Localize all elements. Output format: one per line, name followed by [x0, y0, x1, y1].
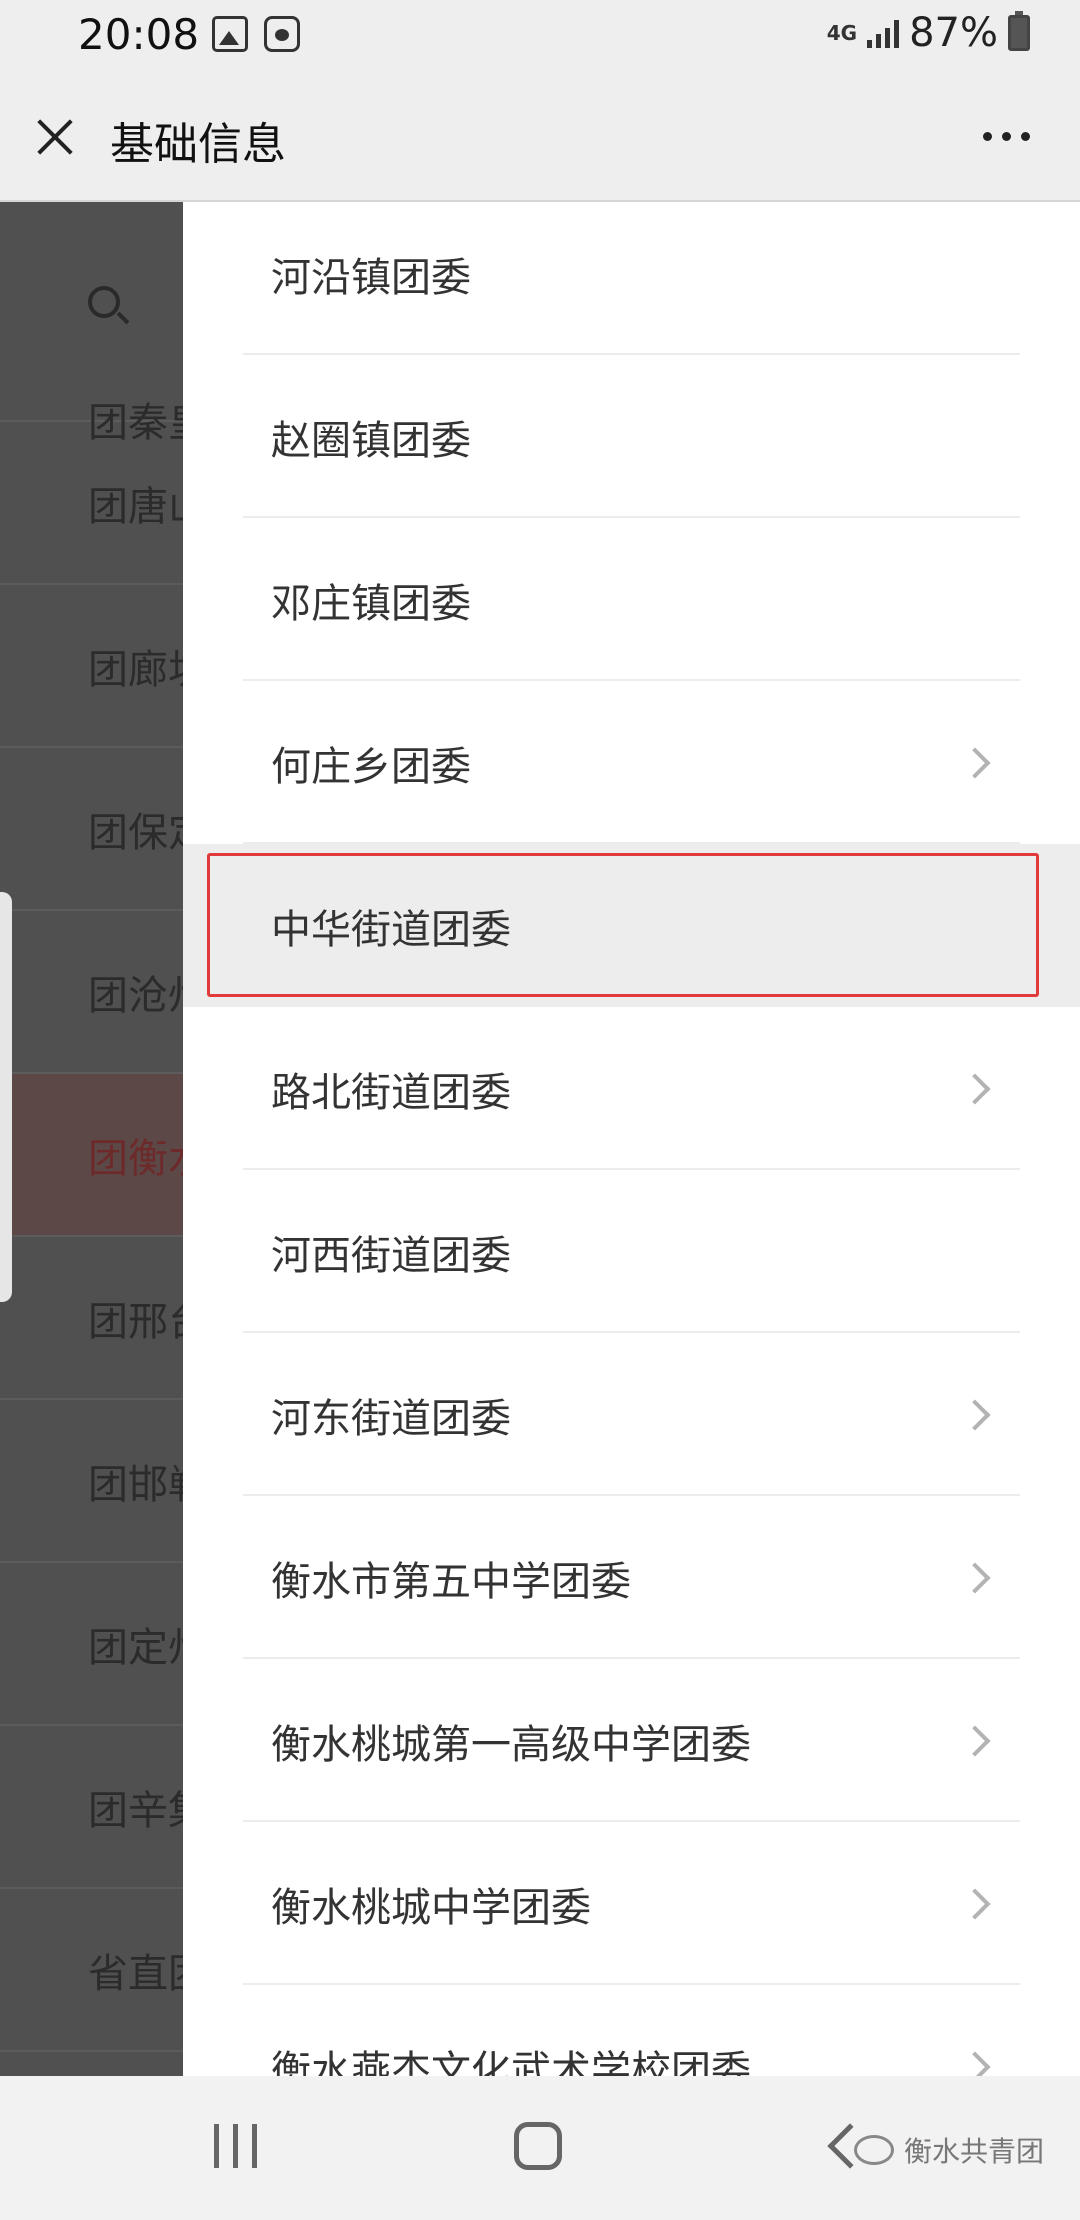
more-icon[interactable]	[983, 132, 1030, 141]
list-item[interactable]: 团沧州	[0, 911, 208, 1074]
close-icon[interactable]	[34, 116, 76, 158]
list-item[interactable]: 赵圈镇团委	[183, 355, 1080, 518]
chevron-right-icon[interactable]	[959, 1887, 991, 1920]
list-item[interactable]: 路北街道团委	[183, 1007, 1080, 1170]
list-item[interactable]: 河西街道团委	[183, 1170, 1080, 1333]
page-title: 基础信息	[110, 119, 286, 170]
gallery-icon	[212, 16, 248, 52]
drawer-handle[interactable]	[0, 892, 12, 1302]
list-item-active[interactable]: 团衡水	[0, 1074, 208, 1237]
status-notification-icons	[212, 16, 300, 52]
title-bar: 基础信息	[0, 72, 1080, 202]
list-item[interactable]: 邓庄镇团委	[183, 518, 1080, 681]
list-item[interactable]: 团邢台	[0, 1237, 208, 1400]
list-item[interactable]: 衡水市第五中学团委	[183, 1496, 1080, 1659]
list-item[interactable]: 河沿镇团委	[183, 202, 1080, 355]
watermark: 衡水共青团	[853, 2130, 1044, 2170]
status-bar: 20:08 4G 87%	[0, 0, 1080, 72]
list-item[interactable]: 何庄乡团委	[183, 681, 1080, 844]
list-item[interactable]: 团唐山	[0, 422, 208, 585]
chevron-right-icon[interactable]	[959, 1072, 991, 1105]
list-item[interactable]: 团辛集	[0, 1726, 208, 1889]
list-item-selected[interactable]: 中华街道团委	[183, 844, 1080, 1007]
recents-icon[interactable]	[214, 2124, 257, 2168]
list-item[interactable]: 衡水燕杰文化武术学校团委	[183, 1985, 1080, 2076]
list-item[interactable]: 河东街道团委	[183, 1333, 1080, 1496]
search-icon	[88, 286, 120, 318]
network-type: 4G	[826, 21, 858, 45]
status-time: 20:08	[78, 10, 200, 59]
signal-icon	[867, 18, 900, 48]
list-item[interactable]: 衡水桃城中学团委	[183, 1822, 1080, 1985]
battery-percentage: 87%	[909, 10, 998, 56]
baidu-paw-icon	[264, 16, 300, 52]
wechat-logo-icon	[853, 2135, 894, 2165]
chevron-right-icon[interactable]	[959, 2050, 991, 2076]
list-item[interactable]: 团秦皇	[0, 370, 208, 446]
list-item[interactable]: 团邯郸	[0, 1400, 208, 1563]
chevron-right-icon[interactable]	[959, 1724, 991, 1757]
sub-organization-drawer: 河沿镇团委 赵圈镇团委 邓庄镇团委 何庄乡团委 中华街道团委 路北街道团委 河西…	[183, 202, 1080, 2076]
home-icon[interactable]	[514, 2122, 562, 2170]
list-item[interactable]: 团廊坊	[0, 585, 208, 748]
status-right: 4G 87%	[827, 10, 1030, 56]
chevron-right-icon[interactable]	[959, 746, 991, 779]
navigation-bar: 衡水共青团	[0, 2076, 1080, 2220]
battery-icon	[1008, 11, 1030, 51]
list-item[interactable]: 团保定	[0, 748, 208, 911]
chevron-right-icon[interactable]	[959, 1561, 991, 1594]
list-item[interactable]: 衡水桃城第一高级中学团委	[183, 1659, 1080, 1822]
chevron-right-icon[interactable]	[959, 1398, 991, 1431]
list-item[interactable]: 团定州	[0, 1563, 208, 1726]
list-item[interactable]: 省直团	[0, 1889, 208, 2052]
